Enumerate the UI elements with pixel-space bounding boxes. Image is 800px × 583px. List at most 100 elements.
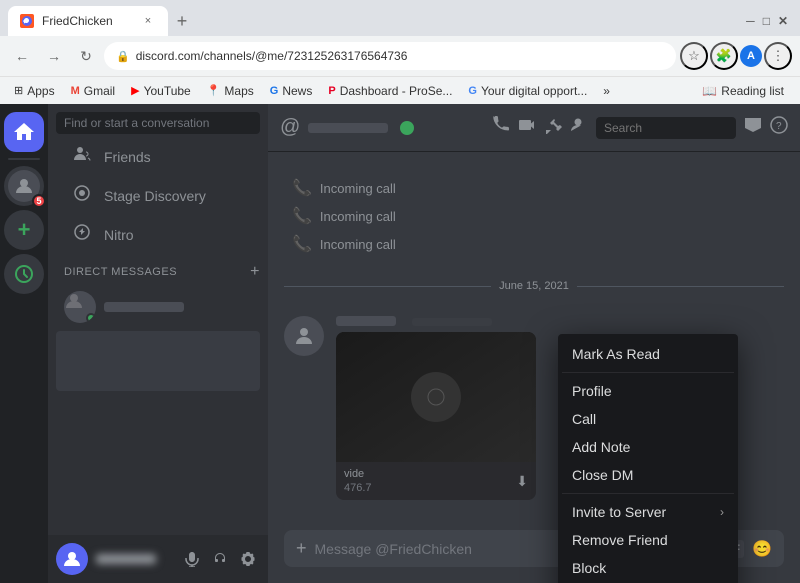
sidebar-bottom-bar xyxy=(48,535,268,583)
extensions-button[interactable]: 🧩 xyxy=(710,42,738,70)
apps-icon: ⊞ xyxy=(14,84,23,97)
submenu-arrow: › xyxy=(720,505,724,519)
url-bar[interactable]: 🔒 discord.com/channels/@me/7231252631765… xyxy=(104,42,676,70)
bookmark-apps[interactable]: ⊞ Apps xyxy=(8,82,61,100)
bookmark-maps[interactable]: 📍 Maps xyxy=(201,82,260,100)
news-icon: G xyxy=(270,85,279,97)
stage-discovery-icon xyxy=(72,183,92,208)
user-avatar xyxy=(56,543,88,575)
context-menu-item-call[interactable]: Call xyxy=(562,405,734,433)
stage-discovery-label: Stage Discovery xyxy=(104,188,206,204)
pinterest-icon: P xyxy=(328,85,335,97)
close-window-button[interactable]: ✕ xyxy=(778,14,788,28)
sidebar-item-stage-discovery[interactable]: Stage Discovery xyxy=(56,177,260,214)
add-server-icon: + xyxy=(18,219,31,241)
settings-button[interactable] xyxy=(236,547,260,571)
dm-avatar xyxy=(64,291,96,323)
news-label: News xyxy=(282,84,312,98)
reading-list-label: Reading list xyxy=(721,84,784,98)
overflow-label: » xyxy=(603,84,610,98)
search-input[interactable] xyxy=(56,112,260,134)
tab-close-button[interactable]: × xyxy=(140,13,156,29)
sidebar-bottom-icons xyxy=(180,547,260,571)
context-menu: Mark As Read Profile Call Add Note Close… xyxy=(558,334,738,583)
tab-favicon xyxy=(20,14,34,28)
sidebar-search-area xyxy=(48,104,268,138)
user-display-name xyxy=(96,554,156,564)
user-info xyxy=(96,554,172,564)
maps-icon: 📍 xyxy=(207,84,221,97)
maps-label: Maps xyxy=(224,84,253,98)
menu-button[interactable]: ⋮ xyxy=(764,42,792,70)
apps-label: Apps xyxy=(27,84,54,98)
friends-label: Friends xyxy=(104,149,151,165)
context-menu-item-close-dm[interactable]: Close DM xyxy=(562,461,734,489)
nav-icons: ☆ 🧩 A ⋮ xyxy=(680,42,792,70)
bookmark-youtube[interactable]: ▶ YouTube xyxy=(125,82,197,100)
reading-list-icon: 📖 xyxy=(702,84,717,98)
dm-list-item[interactable] xyxy=(56,285,260,329)
add-dm-button[interactable]: + xyxy=(250,263,260,281)
direct-messages-label: DIRECT MESSAGES xyxy=(64,266,177,278)
profile-circle[interactable]: A xyxy=(740,45,762,67)
discover-button[interactable] xyxy=(4,254,44,294)
friends-icon xyxy=(72,144,92,169)
context-menu-item-block[interactable]: Block xyxy=(562,554,734,582)
context-menu-separator-1 xyxy=(562,372,734,373)
context-menu-overlay[interactable]: Mark As Read Profile Call Add Note Close… xyxy=(268,104,800,583)
dm-name-placeholder xyxy=(104,302,184,312)
google-label: Your digital opport... xyxy=(481,84,587,98)
server-divider xyxy=(8,158,40,160)
refresh-button[interactable]: ↻ xyxy=(72,42,100,70)
forward-button[interactable]: → xyxy=(40,42,68,70)
deafen-button[interactable] xyxy=(208,547,232,571)
tab-title: FriedChicken xyxy=(42,14,132,28)
mute-button[interactable] xyxy=(180,547,204,571)
discord-app: 5 + Friends xyxy=(0,104,800,583)
tab-bar: FriedChicken × + ─ □ ✕ xyxy=(0,0,800,36)
context-menu-item-mark-as-read[interactable]: Mark As Read xyxy=(562,340,734,368)
server-icon-1[interactable]: 5 xyxy=(4,166,44,206)
bookmark-news[interactable]: G News xyxy=(264,82,319,100)
bookmarks-bar: ⊞ Apps M Gmail ▶ YouTube 📍 Maps G News P… xyxy=(0,76,800,104)
sidebar-bottom-inner xyxy=(56,543,260,575)
youtube-label: YouTube xyxy=(144,84,191,98)
active-tab[interactable]: FriedChicken × xyxy=(8,6,168,36)
unread-badge: 5 xyxy=(32,194,46,208)
minimize-button[interactable]: ─ xyxy=(746,14,755,28)
home-button[interactable] xyxy=(4,112,44,152)
reading-list-button[interactable]: 📖 Reading list xyxy=(694,82,792,100)
context-menu-item-profile[interactable]: Profile xyxy=(562,377,734,405)
bookmark-google[interactable]: G Your digital opport... xyxy=(462,82,593,100)
sidebar-item-nitro[interactable]: Nitro xyxy=(56,216,260,253)
context-menu-item-invite-to-server[interactable]: Invite to Server › xyxy=(562,498,734,526)
direct-messages-header: DIRECT MESSAGES + xyxy=(48,259,268,285)
gmail-icon: M xyxy=(71,85,80,97)
bookmark-button[interactable]: ☆ xyxy=(680,42,708,70)
gmail-label: Gmail xyxy=(84,84,115,98)
bookmark-gmail[interactable]: M Gmail xyxy=(65,82,122,100)
dashboard-label: Dashboard - ProSe... xyxy=(340,84,453,98)
nav-bar: ← → ↻ 🔒 discord.com/channels/@me/7231252… xyxy=(0,36,800,76)
bookmark-overflow[interactable]: » xyxy=(597,82,616,100)
context-menu-item-add-note[interactable]: Add Note xyxy=(562,433,734,461)
lock-icon: 🔒 xyxy=(116,50,130,63)
youtube-icon: ▶ xyxy=(131,84,139,97)
nitro-icon xyxy=(72,222,92,247)
browser-chrome: FriedChicken × + ─ □ ✕ ← → ↻ 🔒 discord.c… xyxy=(0,0,800,104)
back-button[interactable]: ← xyxy=(8,42,36,70)
dm-extra-area xyxy=(56,331,260,391)
google-icon: G xyxy=(468,85,477,97)
main-chat-area: @ xyxy=(268,104,800,583)
nitro-label: Nitro xyxy=(104,227,134,243)
server-sidebar: 5 + xyxy=(0,104,48,583)
url-text: discord.com/channels/@me/723125263176564… xyxy=(136,49,408,63)
sidebar-item-friends[interactable]: Friends xyxy=(56,138,260,175)
context-menu-item-remove-friend[interactable]: Remove Friend xyxy=(562,526,734,554)
maximize-button[interactable]: □ xyxy=(763,14,770,28)
new-tab-button[interactable]: + xyxy=(168,7,196,35)
dm-status-indicator xyxy=(86,313,96,323)
bookmark-pinterest[interactable]: P Dashboard - ProSe... xyxy=(322,82,458,100)
add-server-button[interactable]: + xyxy=(4,210,44,250)
channel-sidebar: Friends Stage Discovery Nitro DIRECT MES… xyxy=(48,104,268,583)
